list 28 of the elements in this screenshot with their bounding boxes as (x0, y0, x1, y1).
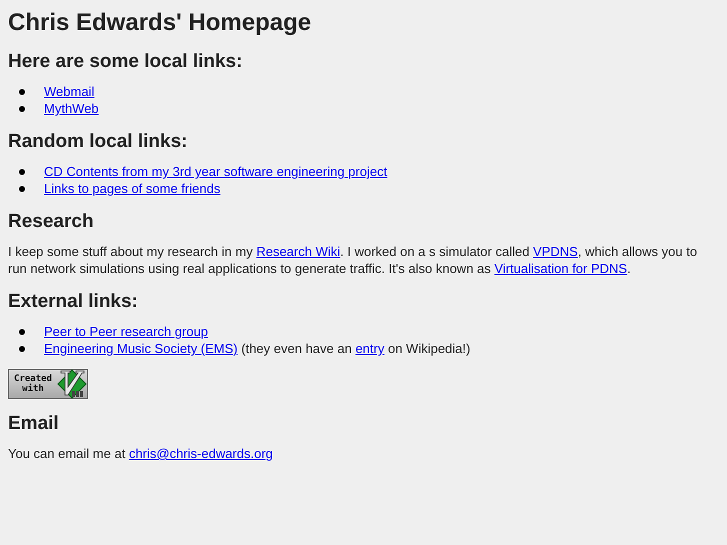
link[interactable]: Webmail (44, 84, 94, 99)
bullet-icon (19, 186, 25, 192)
link[interactable]: Virtualisation for PDNS (494, 261, 628, 276)
bullet-icon (19, 346, 25, 352)
link[interactable]: entry (355, 341, 384, 356)
link[interactable]: Links to pages of some friends (44, 181, 220, 196)
bullet-icon (19, 106, 25, 112)
bullet-icon (19, 88, 25, 94)
vim-badge[interactable]: Created with (8, 369, 88, 399)
bullet-icon (19, 328, 25, 334)
link[interactable]: MythWeb (44, 101, 99, 116)
page-title: Chris Edwards' Homepage (8, 8, 312, 37)
section-heading: External links: (8, 291, 138, 313)
section-heading: Random local links: (8, 131, 188, 153)
bullet-icon (19, 168, 25, 174)
link[interactable]: VPDNS (533, 244, 578, 259)
paragraph: I keep some stuff about my research in my Research Wiki. I worked on a s simulator called VPDNS, which allows you to run network simulations using real applications to generate traffic. It's also known as Virtualisation for PDNS. (8, 243, 698, 277)
list-item-text: Engineering Music Society (EMS) (they even have an entry on Wikipedia!) (44, 340, 470, 357)
section-heading: Email (8, 413, 59, 435)
link[interactable]: Research Wiki (256, 244, 340, 259)
vim-logo-icon (57, 369, 87, 399)
paragraph: You can email me at chris@chris-edwards.org (8, 445, 274, 462)
link[interactable]: CD Contents from my 3rd year software engineering project (44, 164, 388, 179)
section-heading: Research (8, 211, 94, 233)
section-heading: Here are some local links: (8, 51, 242, 73)
link[interactable]: Engineering Music Society (EMS) (44, 341, 238, 356)
link[interactable]: chris@chris-edwards.org (128, 446, 273, 461)
link[interactable]: Peer to Peer research group (44, 324, 208, 339)
